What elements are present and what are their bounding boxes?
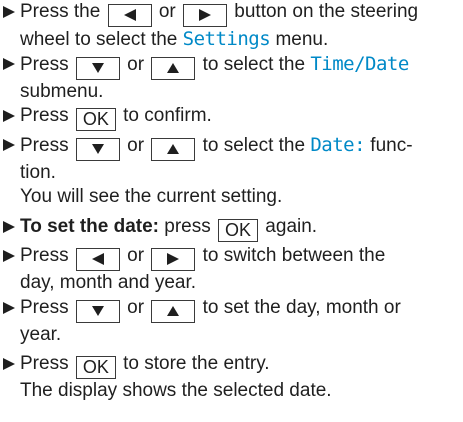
- triangle-right-icon: [199, 9, 211, 22]
- step-text: Press OK to store the entry. The display…: [20, 352, 463, 403]
- step-text: Press or to switch between the day, mont…: [20, 245, 386, 293]
- ok-key: OK: [75, 108, 116, 131]
- triangle-up-icon: [167, 63, 180, 74]
- step-select-settings-menu: Press the or button on the steering whee…: [0, 0, 463, 52]
- display-time-date: Time/Date: [310, 53, 409, 75]
- display-settings: Settings: [182, 28, 271, 50]
- ok-key: OK: [218, 219, 259, 242]
- step-text: Press or to set the day, month or year.: [20, 297, 401, 345]
- bullet-triangle-icon: [2, 0, 18, 24]
- triangle-up-icon: [167, 306, 180, 317]
- bullet-triangle-icon: [2, 104, 18, 128]
- step-heading: To set the date:: [20, 216, 159, 237]
- ok-key: OK: [75, 356, 116, 379]
- triangle-down-icon: [91, 63, 104, 74]
- display-date: Date:: [310, 134, 366, 156]
- up-key: [151, 57, 196, 80]
- left-key: [107, 4, 152, 27]
- bullet-triangle-icon: [2, 52, 18, 76]
- up-key: [151, 300, 196, 323]
- step-switch-fields: Press or to switch between the day, mont…: [0, 244, 463, 295]
- step-text: Press OK to confirm.: [20, 105, 212, 131]
- down-key: [75, 138, 120, 161]
- step-confirm: Press OK to confirm.: [0, 104, 463, 131]
- triangle-down-icon: [91, 144, 104, 155]
- bullet-triangle-icon: [2, 296, 18, 320]
- triangle-left-icon: [123, 9, 136, 22]
- step-text: Press the or button on the steering whee…: [20, 1, 419, 50]
- left-key: [75, 248, 120, 271]
- triangle-up-icon: [167, 144, 180, 155]
- step-select-date-function: Press or to select the Date: func- tion.…: [0, 133, 463, 209]
- right-key: [183, 4, 227, 27]
- step-text: Press or to select the Date: func- tion.…: [20, 133, 463, 209]
- instruction-page: Press the or button on the steering whee…: [0, 0, 463, 422]
- step-select-time-date: Press or to select the Time/Date submenu…: [0, 52, 463, 104]
- right-key: [151, 248, 196, 271]
- triangle-right-icon: [167, 253, 180, 266]
- bullet-triangle-icon: [2, 352, 18, 376]
- bullet-triangle-icon: [2, 133, 18, 157]
- triangle-down-icon: [91, 306, 104, 317]
- result-note: You will see the current setting.: [20, 186, 283, 207]
- down-key: [75, 57, 120, 80]
- step-text: Press or to select the Time/Date submenu…: [20, 53, 409, 102]
- bullet-triangle-icon: [2, 215, 18, 239]
- step-store-entry: Press OK to store the entry. The display…: [0, 352, 463, 403]
- bullet-triangle-icon: [2, 244, 18, 268]
- down-key: [75, 300, 120, 323]
- step-text: To set the date: press OK again.: [20, 216, 318, 242]
- step-set-values: Press or to set the day, month or year.: [0, 296, 463, 347]
- step-set-date: To set the date: press OK again.: [0, 215, 463, 242]
- up-key: [151, 138, 196, 161]
- result-note: The display shows the selected date.: [20, 380, 332, 401]
- triangle-left-icon: [91, 253, 104, 266]
